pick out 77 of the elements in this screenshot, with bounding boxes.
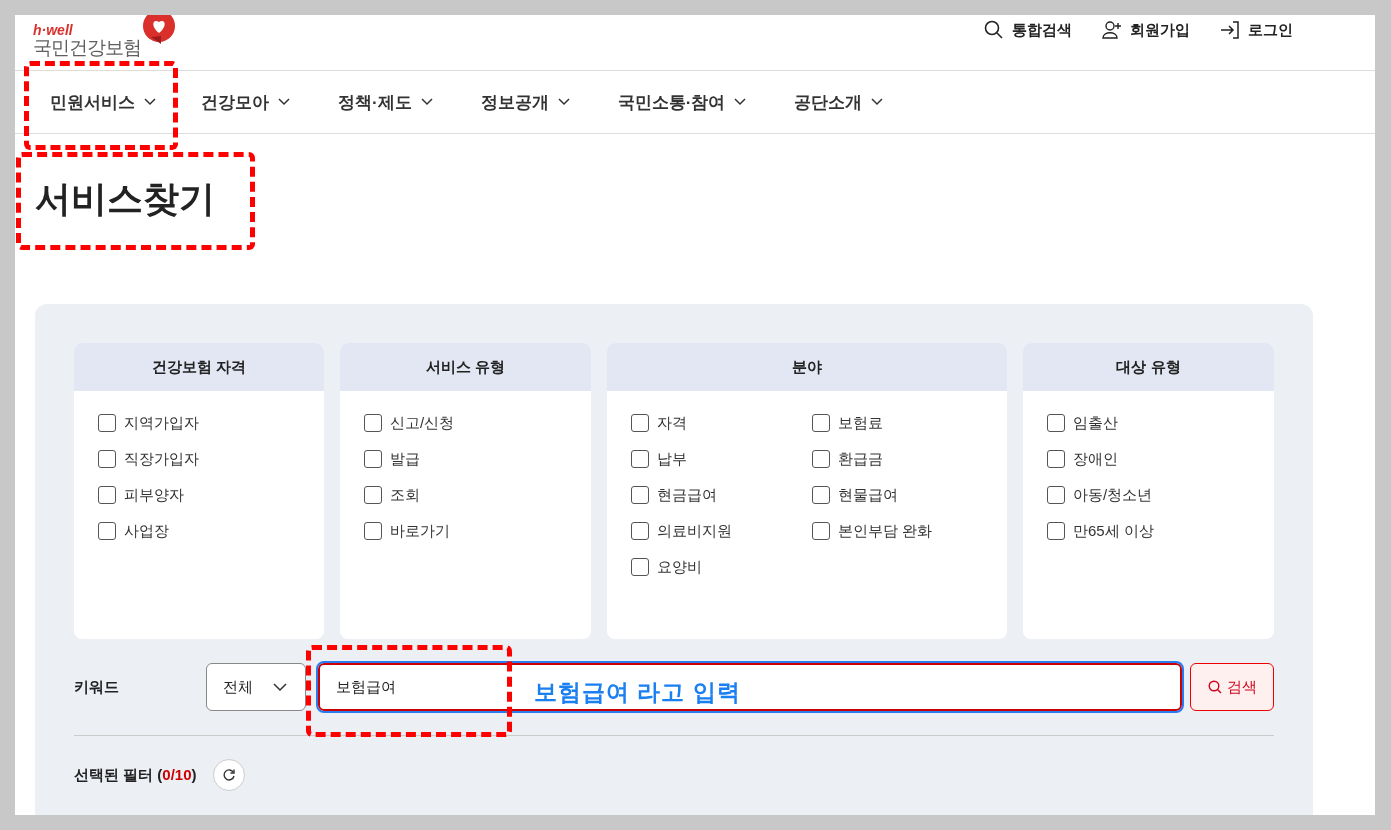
logo-tagline: h·well: [33, 23, 74, 37]
checkbox[interactable]: [364, 486, 382, 504]
checkbox[interactable]: [98, 522, 116, 540]
checkbox[interactable]: [364, 450, 382, 468]
card-header: 분야: [607, 343, 1007, 391]
checkbox-option[interactable]: 지역가입자: [98, 413, 300, 433]
checkbox[interactable]: [1047, 450, 1065, 468]
checkbox-option[interactable]: 납부: [631, 449, 812, 469]
card-header: 서비스 유형: [340, 343, 591, 391]
annotation-note: 보험급여 라고 입력: [534, 678, 741, 707]
logo[interactable]: h·well 국민건강보험: [33, 19, 177, 59]
checkbox[interactable]: [98, 486, 116, 504]
checkbox[interactable]: [631, 414, 649, 432]
nav-menu-item[interactable]: 정책·제도: [338, 90, 433, 114]
checkbox-option[interactable]: 아동/청소년: [1047, 485, 1250, 505]
scope-dropdown[interactable]: 전체: [206, 663, 306, 711]
checkbox[interactable]: [98, 414, 116, 432]
chevron-down-icon: [734, 98, 747, 106]
chevron-down-icon: [557, 98, 570, 106]
checkbox-option[interactable]: 피부양자: [98, 485, 300, 505]
nav-menu-item[interactable]: 정보공개: [480, 90, 570, 114]
checkbox[interactable]: [364, 414, 382, 432]
chevron-down-icon: [273, 683, 287, 691]
search-icon: [1207, 680, 1222, 694]
nav-menu-item[interactable]: 건강모아: [201, 90, 290, 114]
checkbox[interactable]: [631, 450, 649, 468]
checkbox-option[interactable]: 환급금: [812, 449, 983, 469]
chevron-down-icon: [144, 98, 156, 106]
checkbox-option[interactable]: 자격: [631, 413, 812, 433]
checkbox[interactable]: [364, 522, 382, 540]
checkbox-option[interactable]: 요양비: [631, 557, 812, 577]
checkbox[interactable]: [631, 486, 649, 504]
logo-name: 국민건강보험: [33, 37, 141, 59]
checkbox[interactable]: [1047, 414, 1065, 432]
reset-button[interactable]: [212, 759, 245, 791]
checkbox-option[interactable]: 본인부담 완화: [812, 521, 983, 541]
checkbox-option[interactable]: 현물급여: [812, 485, 983, 505]
checkbox-option[interactable]: 의료비지원: [631, 521, 812, 541]
card-header: 대상 유형: [1023, 343, 1274, 391]
nav-menu-item[interactable]: 민원서비스: [50, 90, 156, 114]
checkbox-option[interactable]: 조회: [364, 485, 567, 505]
checkbox-option[interactable]: 사업장: [98, 521, 300, 541]
selected-filter-label: 선택된 필터 (0/10): [74, 765, 197, 785]
checkbox[interactable]: [1047, 522, 1065, 540]
checkbox-option[interactable]: 만65세 이상: [1047, 521, 1250, 541]
arrow-into-bracket-icon: [1220, 20, 1240, 40]
checkbox-option[interactable]: 직장가입자: [98, 449, 300, 469]
checkbox[interactable]: [631, 522, 649, 540]
header-link[interactable]: 로그인: [1220, 17, 1293, 43]
chevron-down-icon: [278, 98, 290, 106]
checkbox[interactable]: [812, 486, 830, 504]
checkbox[interactable]: [812, 414, 830, 432]
keyword-label: 키워드: [74, 677, 120, 697]
search-button[interactable]: 검색: [1190, 663, 1274, 711]
nav-menu-item[interactable]: 국민소통·참여: [617, 90, 747, 114]
checkbox[interactable]: [1047, 486, 1065, 504]
checkbox[interactable]: [631, 558, 649, 576]
header-link[interactable]: 통합검색: [984, 17, 1072, 43]
checkbox[interactable]: [98, 450, 116, 468]
checkbox-option[interactable]: 임출산: [1047, 413, 1250, 433]
checkbox-option[interactable]: 보험료: [812, 413, 983, 433]
checkbox-option[interactable]: 신고/신청: [364, 413, 567, 433]
header-link[interactable]: 회원가입: [1102, 17, 1190, 43]
page-title: 서비스찾기: [35, 177, 215, 221]
chevron-down-icon: [871, 98, 884, 106]
checkbox[interactable]: [812, 450, 830, 468]
chevron-down-icon: [420, 98, 433, 106]
search-icon: [984, 20, 1004, 40]
checkbox-option[interactable]: 현금급여: [631, 485, 812, 505]
checkbox-option[interactable]: 발급: [364, 449, 567, 469]
refresh-icon: [221, 768, 236, 782]
nav-menu-item[interactable]: 공단소개: [794, 90, 884, 114]
checkbox-option[interactable]: 바로가기: [364, 521, 567, 541]
person-plus-icon: [1102, 20, 1122, 40]
card-header: 건강보험 자격: [74, 343, 324, 391]
checkbox[interactable]: [812, 522, 830, 540]
checkbox-option[interactable]: 장애인: [1047, 449, 1250, 469]
